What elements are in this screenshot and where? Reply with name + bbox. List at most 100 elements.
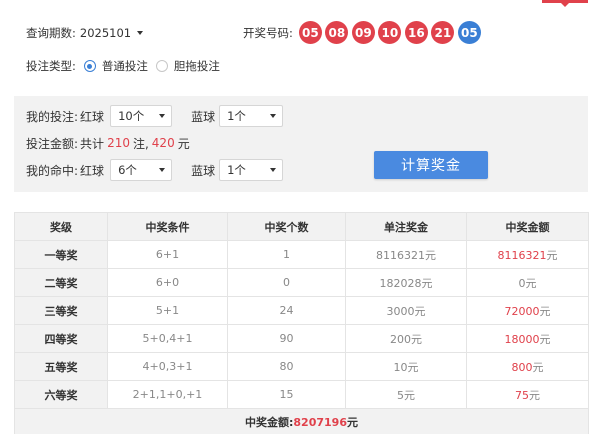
bet-count-unit: 注,	[132, 136, 149, 151]
cell-amount: 800元	[466, 352, 589, 381]
red-ball: 10	[378, 21, 402, 44]
blue-label: 蓝球	[191, 109, 216, 124]
table-row: 二等奖 6+0 0 182028元 0元	[14, 268, 589, 297]
cell-condition: 6+1	[107, 240, 228, 269]
period-label: 查询期数:	[26, 26, 76, 40]
amount-prefix: 共计	[80, 136, 105, 151]
hit-red-select[interactable]: 6个	[110, 159, 173, 181]
cell-condition: 2+1,1+0,+1	[107, 380, 228, 409]
table-header-row: 奖级 中奖条件 中奖个数 单注奖金 中奖金额	[14, 212, 589, 241]
cell-unit-prize: 10元	[345, 352, 467, 381]
caret-down-icon	[159, 168, 166, 172]
amount-row: 投注金额: 共计 210 注, 420 元	[26, 133, 190, 153]
red-ball: 08	[325, 21, 349, 44]
cell-unit-prize: 182028元	[345, 268, 467, 297]
top-tab-indicator	[542, 0, 588, 7]
cell-count: 80	[227, 352, 346, 381]
amount-label: 投注金额:	[26, 136, 79, 151]
cell-level: 三等奖	[14, 296, 108, 325]
red-ball: 16	[404, 21, 428, 44]
cell-level: 五等奖	[14, 352, 108, 381]
red-label: 红球	[80, 109, 105, 124]
red-ball: 21	[431, 21, 455, 44]
radio-normal-label[interactable]: 普通投注	[102, 58, 148, 74]
amount-value: 18000	[504, 332, 540, 346]
radio-normal-bet[interactable]	[83, 60, 96, 72]
cell-amount: 0元	[466, 268, 589, 297]
bet-red-select[interactable]: 10个	[110, 105, 173, 127]
bet-type: 投注类型: 普通投注 胆拖投注	[26, 57, 220, 75]
bet-money: 420	[151, 136, 175, 150]
ball-list: 05 08 09 10 16 21 05	[298, 21, 485, 44]
col-header-amount: 中奖金额	[466, 212, 589, 241]
cell-condition: 4+0,3+1	[107, 352, 228, 381]
amount-unit: 元	[532, 360, 544, 374]
cell-unit-prize: 3000元	[345, 296, 467, 325]
red-ball: 05	[298, 21, 322, 44]
cell-amount: 18000元	[466, 324, 589, 353]
caret-down-icon	[270, 168, 277, 172]
amount-unit: 元	[529, 388, 540, 402]
cell-amount: 8116321元	[466, 240, 589, 269]
hit-blue-value: 1个	[227, 163, 246, 177]
amount-unit: 元	[539, 332, 551, 346]
cell-amount: 75元	[466, 380, 589, 409]
col-header-count: 中奖个数	[227, 212, 346, 241]
prize-label: 开奖号码:	[243, 25, 293, 40]
bet-panel: 我的投注: 红球 10个 蓝球 1个 投注金额: 共计 210 注, 420 元…	[14, 96, 588, 192]
my-hit-row: 我的命中: 红球 6个 蓝球 1个	[26, 159, 284, 181]
col-header-condition: 中奖条件	[107, 212, 228, 241]
bet-blue-value: 1个	[227, 109, 246, 123]
total-unit: 元	[346, 415, 358, 429]
caret-down-icon	[159, 114, 166, 118]
hit-blue-label: 蓝球	[191, 163, 216, 178]
table-row: 六等奖 2+1,1+0,+1 15 5元 75元	[14, 380, 589, 409]
prize-table: 奖级 中奖条件 中奖个数 单注奖金 中奖金额 一等奖 6+1 1 8116321…	[14, 212, 589, 434]
cell-amount: 72000元	[466, 296, 589, 325]
bet-count: 210	[107, 136, 130, 150]
winning-numbers: 开奖号码: 05 08 09 10 16 21 05	[243, 21, 484, 44]
caret-down-icon	[137, 31, 144, 35]
cell-unit-prize: 200元	[345, 324, 467, 353]
amount-value: 8116321	[497, 248, 547, 262]
caret-down-icon	[270, 114, 277, 118]
table-row: 三等奖 5+1 24 3000元 72000元	[14, 296, 589, 325]
period-query: 查询期数: 2025101	[26, 22, 144, 44]
hit-red-value: 6个	[118, 163, 137, 177]
cell-condition: 5+0,4+1	[107, 324, 228, 353]
period-select[interactable]: 2025101	[79, 22, 144, 44]
total-value: 8207196	[293, 415, 347, 429]
amount-unit: 元	[546, 248, 558, 262]
cell-count: 0	[227, 268, 346, 297]
cell-condition: 5+1	[107, 296, 228, 325]
cell-unit-prize: 5元	[345, 380, 467, 409]
calculate-prize-button[interactable]: 计算奖金	[374, 151, 488, 179]
cell-level: 四等奖	[14, 324, 108, 353]
radio-banker-bet[interactable]	[155, 60, 168, 72]
cell-condition: 6+0	[107, 268, 228, 297]
table-row: 四等奖 5+0,4+1 90 200元 18000元	[14, 324, 589, 353]
cell-level: 二等奖	[14, 268, 108, 297]
radio-banker-label[interactable]: 胆拖投注	[174, 58, 220, 74]
bet-blue-select[interactable]: 1个	[219, 105, 284, 127]
amount-value: 800	[511, 360, 533, 374]
period-value: 2025101	[79, 26, 132, 40]
amount-unit: 元	[539, 304, 551, 318]
amount-value: 75	[515, 388, 529, 402]
cell-count: 24	[227, 296, 346, 325]
bet-money-unit: 元	[177, 136, 190, 151]
my-bet-row: 我的投注: 红球 10个 蓝球 1个	[26, 105, 284, 127]
table-row: 一等奖 6+1 1 8116321元 8116321元	[14, 240, 589, 269]
col-header-level: 奖级	[14, 212, 108, 241]
total-cell: 中奖金额:8207196元	[14, 408, 589, 434]
cell-count: 15	[227, 380, 346, 409]
blue-ball: 05	[457, 21, 481, 44]
hit-blue-select[interactable]: 1个	[219, 159, 284, 181]
amount-value: 72000	[504, 304, 540, 318]
cell-count: 1	[227, 240, 346, 269]
hit-red-label: 红球	[80, 163, 105, 178]
red-ball: 09	[351, 21, 375, 44]
amount-value: 0	[518, 276, 526, 290]
cell-count: 90	[227, 324, 346, 353]
table-row: 五等奖 4+0,3+1 80 10元 800元	[14, 352, 589, 381]
